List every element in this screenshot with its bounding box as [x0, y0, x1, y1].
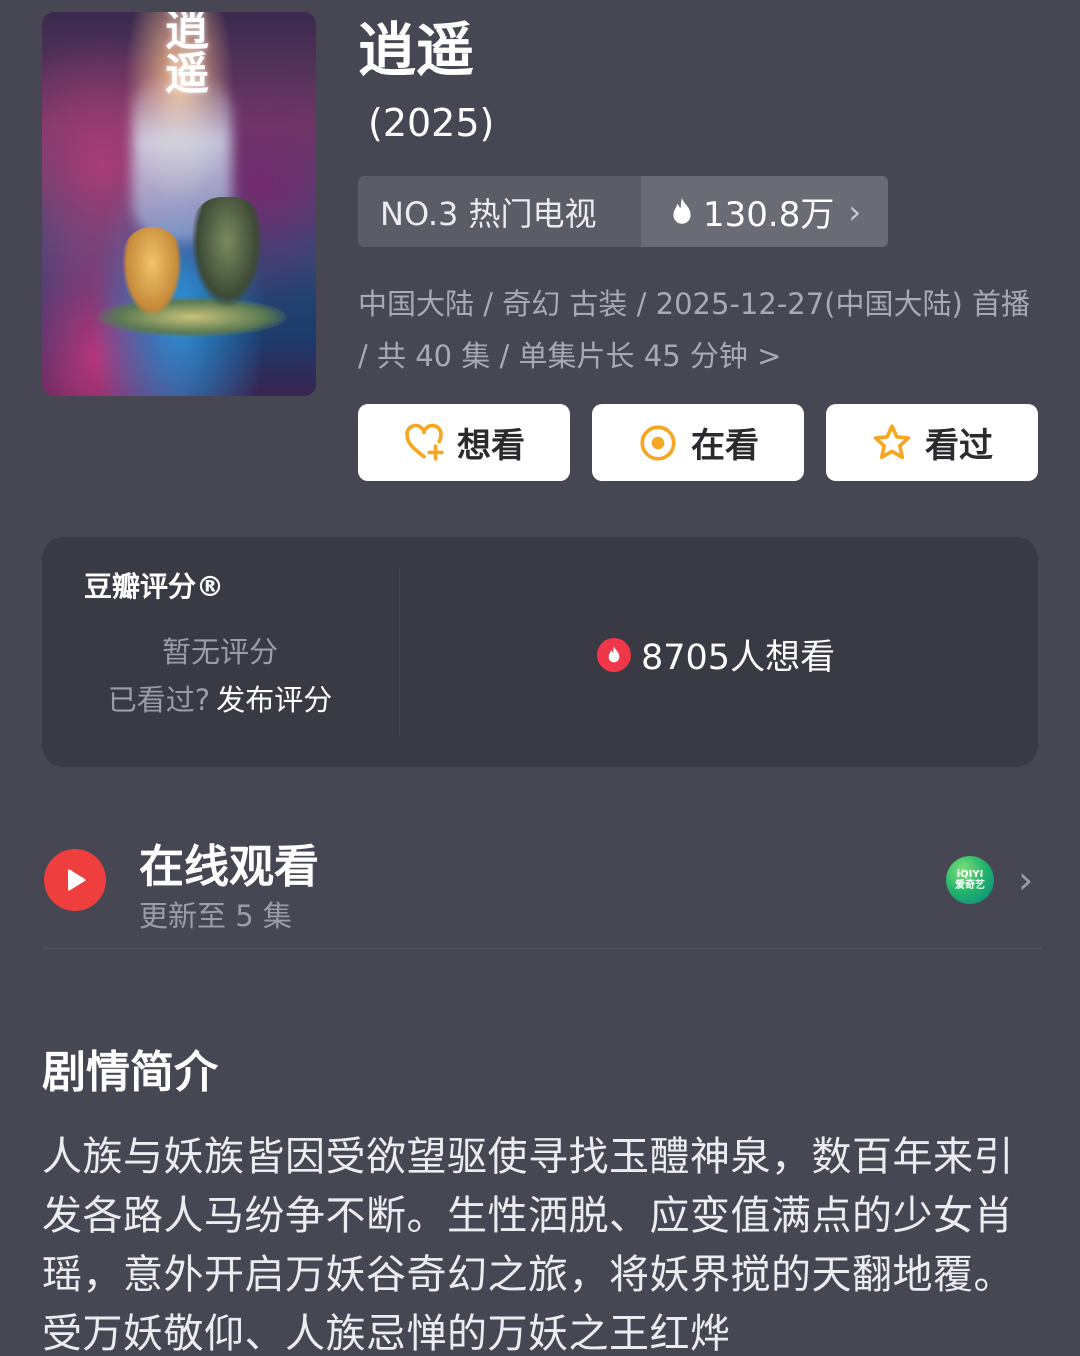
chevron-right-icon: >: [757, 339, 782, 373]
iqiyi-logo-icon[interactable]: iQIYI 爱奇艺: [946, 856, 994, 904]
star-icon: [873, 423, 911, 459]
no-rating-text: 暂无评分: [161, 635, 278, 669]
poster-figure-heroine: [122, 227, 182, 317]
section-divider: [42, 948, 1042, 949]
action-buttons: 想看 在看 看过: [358, 404, 1038, 481]
rank-label: NO.3 热门电视: [380, 194, 597, 233]
want-count[interactable]: 8705人想看: [597, 629, 835, 680]
synopsis-fade: [880, 1300, 1080, 1356]
watching-button[interactable]: 在看: [592, 404, 804, 481]
poster-calligraphy: 逍遥: [157, 12, 208, 94]
synopsis-title: 剧情简介: [42, 1047, 218, 1098]
chevron-right-icon: ›: [848, 192, 862, 231]
post-rating-link[interactable]: 发布评分: [216, 683, 332, 717]
iqiyi-logo-text-top: iQIYI: [956, 869, 984, 880]
want-to-watch-label: 想看: [457, 426, 525, 466]
heat-section[interactable]: 130.8万 ›: [641, 176, 888, 247]
watch-online-title[interactable]: 在线观看: [139, 830, 319, 895]
watching-circle-icon: [640, 424, 676, 461]
rating-divider: [399, 567, 400, 737]
flame-icon: [673, 197, 691, 224]
post-rating-row: 已看过? 发布评分: [42, 677, 398, 719]
watched-button[interactable]: 看过: [826, 404, 1038, 481]
douban-rating-label: 豆瓣评分®: [84, 570, 225, 603]
watching-label: 在看: [691, 426, 759, 466]
poster-image[interactable]: 逍遥: [42, 12, 316, 396]
heat-value: 130.8万: [703, 195, 835, 235]
rank-pill[interactable]: NO.3 热门电视 130.8万 ›: [358, 176, 888, 247]
episode-update-text: 更新至 5 集: [139, 899, 292, 933]
rating-card: 豆瓣评分® 暂无评分 已看过? 发布评分 8705人想看: [42, 537, 1038, 767]
watched-prompt: 已看过?: [107, 683, 211, 717]
chevron-right-icon[interactable]: ›: [1018, 858, 1033, 902]
play-icon[interactable]: [44, 849, 106, 911]
show-title: 逍遥: [358, 16, 475, 84]
watched-label: 看过: [925, 426, 993, 466]
flame-badge-icon: [597, 637, 631, 672]
poster-figure-hero: [192, 197, 262, 307]
want-to-watch-button[interactable]: 想看: [358, 404, 570, 481]
want-count-text: 8705人想看: [641, 638, 836, 678]
iqiyi-logo-text-bottom: 爱奇艺: [955, 880, 985, 891]
show-meta[interactable]: 中国大陆 / 奇幻 古装 / 2025-12-27(中国大陆) 首播 / 共 4…: [358, 278, 1038, 382]
meta-text: 中国大陆 / 奇幻 古装 / 2025-12-27(中国大陆) 首播 / 共 4…: [358, 287, 1031, 373]
heart-plus-icon: [405, 423, 444, 461]
show-year: (2025): [368, 101, 495, 145]
